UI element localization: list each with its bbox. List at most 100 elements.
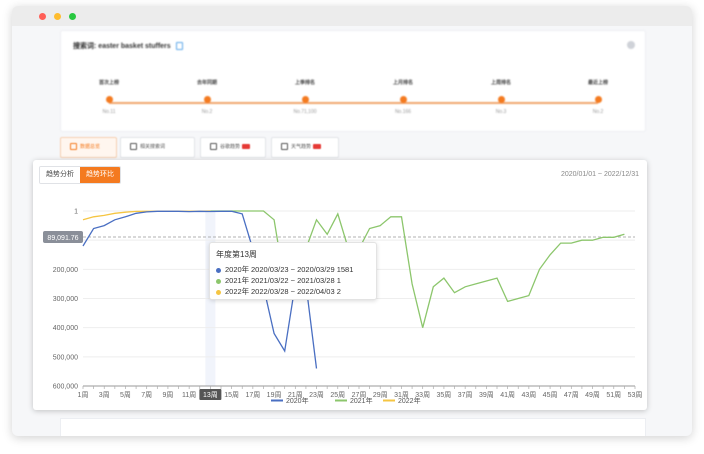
timeline-title: 首次上榜 [98, 80, 119, 86]
tooltip-row: 2020年 2020/03/23 ~ 2020/03/29 1581 [216, 264, 376, 274]
y-tick-label: 200,000 [53, 267, 78, 274]
tab-related-keywords[interactable]: 相关搜索词 [120, 137, 195, 158]
x-tick-label: 35周 [437, 391, 452, 399]
y-tick-label: 300,000 [53, 296, 78, 303]
grid-icon [70, 143, 77, 151]
legend-label: 2021年 [350, 396, 373, 405]
tab-overview[interactable]: 数据总览 [60, 137, 117, 158]
legend-label: 2022年 [398, 396, 421, 405]
tooltip-range: 2021/03/22 ~ 2021/03/28 [251, 276, 335, 285]
timeline-title: 上季排名 [294, 80, 315, 86]
x-tick-label: 17周 [245, 391, 260, 399]
tooltip-range: 2020/03/23 ~ 2020/03/29 [251, 265, 335, 274]
tooltip-year: 2022年 [225, 287, 250, 296]
close-window-button[interactable] [39, 13, 46, 20]
tooltip-value: 1 [336, 276, 341, 285]
y-tick-label: 1 [74, 209, 78, 216]
timeline-node [203, 96, 211, 103]
x-tick-label: 23周 [309, 391, 324, 399]
x-tick-label: 11周 [182, 391, 196, 399]
timeline-title: 最近上榜 [587, 80, 608, 86]
timeline-node [105, 96, 113, 103]
timeline-item: 上周排名 No.3 [466, 79, 536, 115]
tooltip-value: 1581 [336, 265, 354, 274]
timeline-item: 上月排名 No.166 [368, 79, 438, 115]
series-marker [216, 289, 221, 295]
x-tick-label: 9周 [162, 391, 173, 399]
tab-label: 谷歌趋势 [220, 144, 241, 150]
google-icon [210, 143, 217, 151]
timeline-node [497, 96, 505, 103]
timeline-value: No.2 [592, 109, 604, 115]
timeline-item: 首次上榜 No.11 [74, 79, 144, 115]
search-keyword-label: 搜索词: [73, 43, 97, 50]
tab-weather-trends[interactable]: 天气趋势 [271, 137, 339, 158]
y-tick-label: 600,000 [53, 384, 78, 391]
x-tick-label: 25周 [330, 391, 345, 399]
collapse-icon[interactable] [627, 41, 635, 49]
tooltip-range: 2022/03/28 ~ 2022/04/03 [251, 287, 335, 296]
timeline-node [594, 96, 602, 103]
search-summary-card: 搜索词: easter basket stuffers 首次上榜 No.11 去年同… [60, 30, 646, 132]
timeline-title: 上月排名 [392, 80, 413, 86]
timeline-title: 去年同期 [196, 80, 217, 86]
timeline-value: No.2 [201, 109, 213, 115]
legend-label: 2020年 [286, 396, 309, 405]
x-tick-label: 13周 [203, 391, 218, 399]
timeline-node [399, 96, 407, 103]
x-tick-label: 45周 [543, 391, 558, 399]
x-tick-label: 3周 [99, 391, 110, 399]
window-titlebar [12, 6, 692, 26]
timeline-value: No.166 [394, 109, 412, 115]
tooltip-year: 2021年 [225, 276, 250, 285]
timeline-value: No.3 [495, 109, 507, 115]
x-tick-label: 15周 [224, 391, 239, 399]
search-keyword: 搜索词: easter basket stuffers [73, 41, 183, 51]
tab-label: 数据总览 [80, 144, 101, 150]
timeline-value: No.11 [102, 109, 116, 115]
tab-label: 天气趋势 [291, 144, 312, 150]
new-badge [242, 144, 251, 150]
series-marker [216, 267, 221, 273]
timeline-node [301, 96, 309, 103]
chart-tooltip: 年度第13周 2020年 2020/03/23 ~ 2020/03/29 1581… [209, 242, 377, 300]
tooltip-value: 2 [336, 287, 341, 296]
tab-google-trends[interactable]: 谷歌趋势 [200, 137, 266, 158]
tooltip-year: 2020年 [225, 265, 250, 274]
x-tick-label: 19周 [267, 391, 282, 399]
x-tick-label: 51周 [606, 391, 621, 399]
timeline-item: 上季排名 No.71,100 [270, 79, 340, 115]
minimize-window-button[interactable] [54, 13, 61, 20]
copy-icon[interactable] [175, 42, 183, 51]
reference-label: 89,091.76 [47, 235, 78, 242]
x-tick-label: 53周 [628, 391, 643, 399]
timeline-value: No.71,100 [293, 109, 317, 115]
x-tick-label: 47周 [564, 391, 579, 399]
x-tick-label: 41周 [500, 391, 515, 399]
x-tick-label: 39周 [479, 391, 494, 399]
maximize-window-button[interactable] [69, 13, 76, 20]
x-tick-label: 37周 [458, 391, 473, 399]
series-marker [216, 278, 221, 284]
tooltip-title: 年度第13周 [216, 250, 257, 259]
new-badge [313, 144, 322, 150]
x-tick-label: 43周 [521, 391, 536, 399]
cloud-icon [281, 143, 288, 151]
next-card [60, 418, 646, 436]
tooltip-row: 2022年 2022/03/28 ~ 2022/04/03 2 [216, 286, 376, 296]
timeline-title: 上周排名 [490, 80, 511, 86]
timeline-item: 去年同期 No.2 [172, 79, 242, 115]
x-tick-label: 7周 [141, 391, 152, 399]
document-icon [130, 143, 137, 151]
tooltip-row: 2021年 2021/03/22 ~ 2021/03/28 1 [216, 275, 376, 285]
y-tick-label: 400,000 [53, 325, 78, 332]
x-tick-label: 29周 [373, 391, 388, 399]
y-tick-label: 500,000 [53, 354, 78, 361]
x-tick-label: 1周 [78, 391, 89, 399]
timeline-item: 最近上榜 No.2 [563, 79, 633, 115]
x-tick-label: 49周 [585, 391, 600, 399]
trend-chart-card: 趋势分析 趋势环比 2020/01/01 ~ 2022/12/31 1 200,0… [33, 160, 647, 410]
x-tick-label: 5周 [120, 391, 131, 399]
search-keyword-value: easter basket stuffers [98, 43, 171, 50]
tab-label: 相关搜索词 [140, 144, 166, 150]
